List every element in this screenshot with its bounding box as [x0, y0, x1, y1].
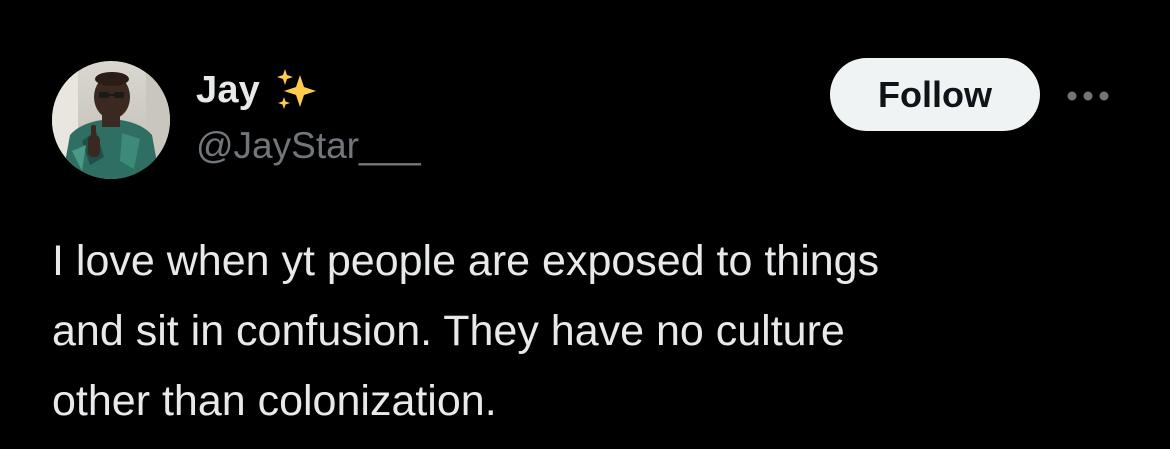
- more-options-button[interactable]: [1062, 76, 1114, 116]
- sparkles-icon: [274, 67, 320, 113]
- follow-button[interactable]: Follow: [830, 58, 1040, 131]
- author-handle[interactable]: @JayStar___: [196, 125, 421, 167]
- avatar-photo-icon: [52, 61, 170, 179]
- avatar[interactable]: [52, 61, 170, 179]
- tweet-card: Jay @JayStar___ Follow I love when yt pe…: [0, 0, 1170, 449]
- author-display-name[interactable]: Jay: [196, 69, 260, 112]
- tweet-text: I love when yt people are exposed to thi…: [52, 237, 880, 425]
- author-name-row: Jay: [196, 64, 320, 116]
- more-options-icon: [1067, 91, 1109, 101]
